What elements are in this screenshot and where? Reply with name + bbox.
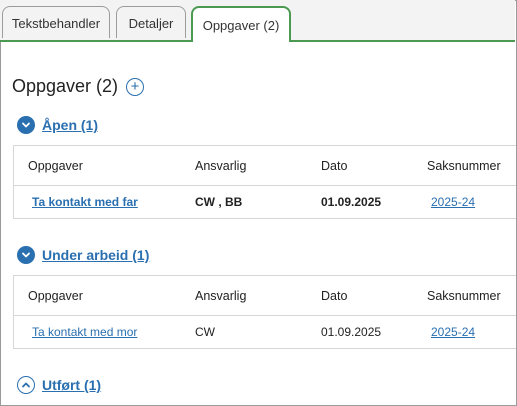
- task-link[interactable]: Ta kontakt med far: [32, 195, 138, 209]
- tab-label: Oppgaver (2): [202, 17, 280, 33]
- table-header-row: Oppgaver Ansvarlig Dato Saksnummer: [14, 146, 516, 186]
- date-cell: 01.09.2025: [321, 195, 382, 209]
- date-cell: 01.09.2025: [321, 325, 382, 339]
- chevron-up-icon: [17, 376, 35, 394]
- chevron-down-icon: [17, 116, 35, 134]
- chevron-down-icon: [17, 246, 35, 264]
- column-header-ansvarlig: Ansvarlig: [195, 158, 247, 173]
- table-header-row: Oppgaver Ansvarlig Dato Saksnummer: [14, 276, 516, 316]
- tab-detaljer[interactable]: Detaljer: [116, 6, 186, 40]
- column-header-dato: Dato: [321, 158, 348, 173]
- column-header-oppgaver: Oppgaver: [28, 288, 83, 303]
- tab-oppgaver[interactable]: Oppgaver (2): [191, 6, 291, 44]
- section-label: Under arbeid (1): [42, 247, 150, 263]
- page-header: Oppgaver (2) +: [12, 76, 145, 97]
- tab-label: Tekstbehandler: [11, 15, 101, 31]
- section-label: Utført (1): [42, 377, 102, 393]
- column-header-ansvarlig: Ansvarlig: [195, 288, 247, 303]
- table-row: Ta kontakt med far CW , BB 01.09.2025 20…: [14, 186, 516, 218]
- section-toggle-utfort[interactable]: Utført (1): [17, 376, 101, 394]
- section-toggle-apen[interactable]: Åpen (1): [17, 116, 98, 134]
- responsible-cell: CW , BB: [195, 195, 243, 209]
- task-table-apen: Oppgaver Ansvarlig Dato Saksnummer Ta ko…: [13, 145, 516, 219]
- task-table-under-arbeid: Oppgaver Ansvarlig Dato Saksnummer Ta ko…: [13, 275, 516, 349]
- responsible-cell: CW: [195, 325, 215, 339]
- table-row: Ta kontakt med mor CW 01.09.2025 2025-24: [14, 316, 516, 348]
- column-header-saksnummer: Saksnummer: [427, 288, 501, 303]
- tab-label: Detaljer: [128, 15, 174, 31]
- page-title: Oppgaver (2): [12, 76, 119, 96]
- column-header-dato: Dato: [321, 288, 348, 303]
- tab-tekstbehandler[interactable]: Tekstbehandler: [2, 6, 110, 40]
- plus-circle-icon[interactable]: +: [126, 77, 145, 96]
- tab-bar: Tekstbehandler Detaljer Oppgaver (2): [0, 0, 515, 44]
- task-link[interactable]: Ta kontakt med mor: [32, 325, 137, 339]
- column-header-saksnummer: Saksnummer: [427, 158, 501, 173]
- column-header-oppgaver: Oppgaver: [28, 158, 83, 173]
- section-toggle-under-arbeid[interactable]: Under arbeid (1): [17, 246, 149, 264]
- case-number-link[interactable]: 2025-24: [431, 195, 475, 209]
- section-label: Åpen (1): [42, 117, 98, 133]
- case-number-link[interactable]: 2025-24: [431, 325, 475, 339]
